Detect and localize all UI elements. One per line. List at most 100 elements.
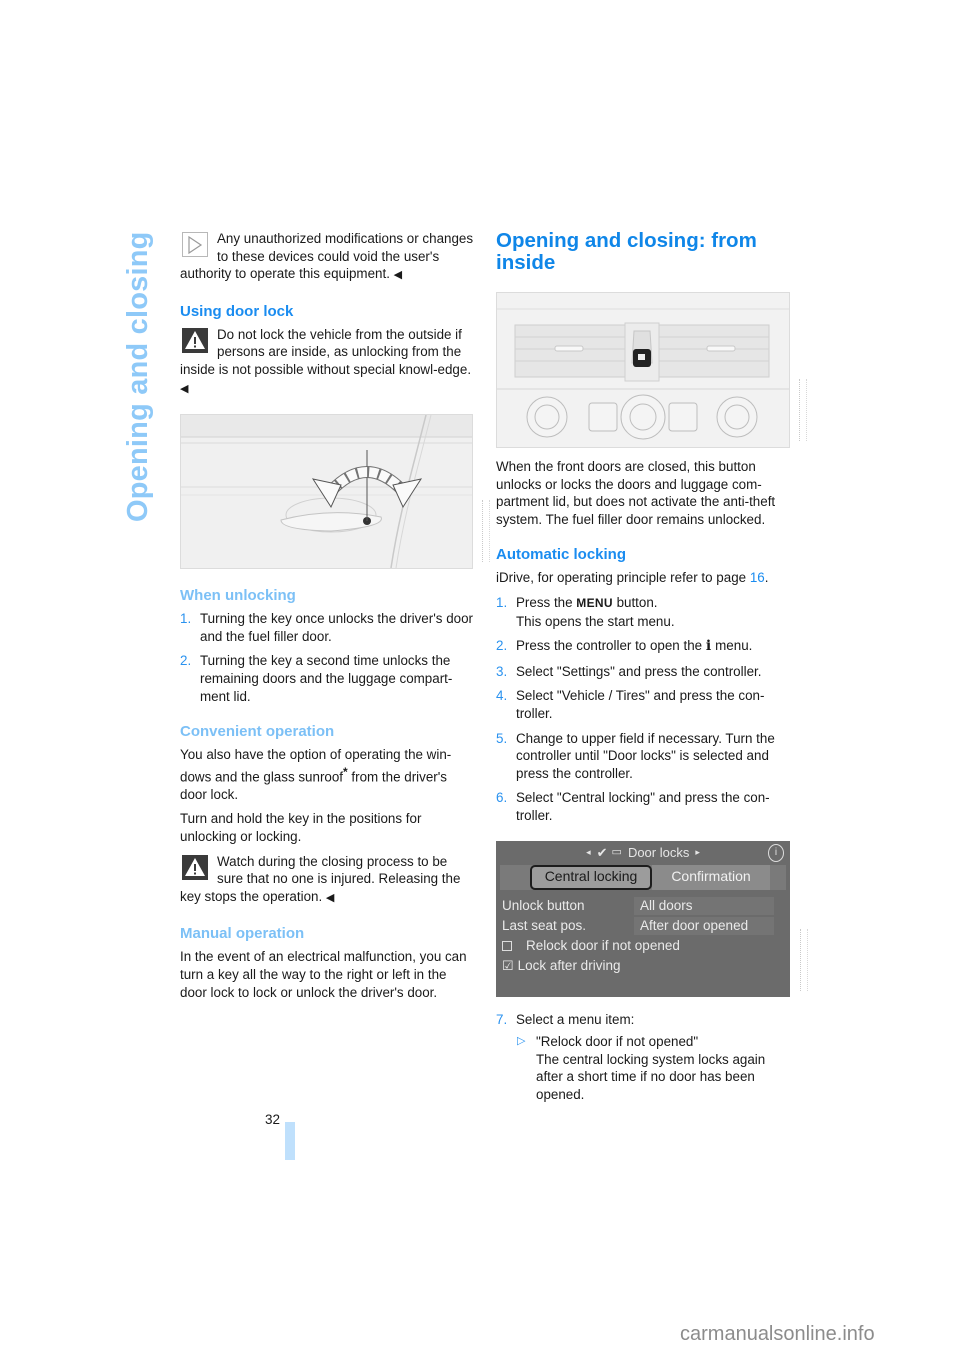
right-column: Opening and closing: from inside When th… bbox=[496, 229, 808, 1110]
screen-row-last-seat-pos[interactable]: Last seat pos. After door opened bbox=[496, 916, 790, 936]
idrive-screen: ◂ ✔ ▭ Door locks ▸ i Central locking Con… bbox=[496, 840, 808, 997]
list-item: 2. Turning the key a second time unlocks … bbox=[180, 652, 475, 705]
watermark: carmanualsonline.info bbox=[680, 1323, 875, 1345]
screen-row-unlock-button[interactable]: Unlock button All doors bbox=[496, 896, 790, 916]
warning-door-lock-text: Do not lock the vehicle from the outside… bbox=[180, 326, 472, 377]
heading-manual-operation: Manual operation bbox=[180, 925, 305, 943]
warning-closing: Watch during the closing process to be s… bbox=[180, 853, 475, 908]
checkbox-label: Lock after driving bbox=[517, 957, 621, 973]
heading-using-door-lock: Using door lock bbox=[180, 302, 294, 320]
step-text: Turning the key once unlocks the driver'… bbox=[200, 611, 473, 644]
checkbox-checked-icon[interactable]: ☑ bbox=[502, 957, 514, 975]
end-mark: ◀ bbox=[325, 891, 335, 904]
list-item: 3. Select "Settings" and press the contro… bbox=[496, 663, 794, 681]
warning-icon bbox=[182, 327, 208, 353]
text: . bbox=[764, 570, 769, 586]
text: Press the controller to open the bbox=[516, 638, 706, 654]
list-item: 4. Select "Vehicle / Tires" and press the… bbox=[496, 687, 794, 722]
row-label: Unlock button bbox=[502, 897, 585, 913]
text: menu. bbox=[711, 638, 753, 654]
center-console-figure bbox=[496, 292, 807, 448]
door-handle-figure bbox=[180, 414, 490, 570]
step-number: 2. bbox=[180, 653, 192, 669]
list-item: 5. Change to upper field if necessary. Tu… bbox=[496, 730, 794, 783]
info-icon[interactable]: i bbox=[768, 843, 784, 862]
checkbox-label: Relock door if not opened bbox=[526, 937, 680, 953]
row-label: Last seat pos. bbox=[502, 917, 587, 933]
heading-when-unlocking: When unlocking bbox=[180, 587, 296, 605]
text: Press the bbox=[516, 594, 577, 610]
figure-code bbox=[799, 379, 807, 441]
page-link[interactable]: 16 bbox=[750, 570, 765, 585]
row-value: All doors bbox=[634, 896, 774, 915]
sub-list-item: ▷ "Relock door if not opened" The centra… bbox=[516, 1033, 794, 1103]
end-mark: ◀ bbox=[393, 269, 403, 282]
end-mark: ◀ bbox=[180, 382, 189, 395]
left-column: Any unauthorized modifications or change… bbox=[180, 230, 490, 1008]
checkbox-lock-after-driving[interactable]: ☑ Lock after driving bbox=[496, 956, 790, 976]
step-text: Select a menu item: bbox=[516, 1011, 635, 1027]
checkbox-relock-door[interactable]: Relock door if not opened bbox=[496, 936, 790, 956]
car-icon: ▭ bbox=[611, 845, 622, 858]
screen-title: Door locks bbox=[627, 844, 690, 860]
note-intro-text: Any unauthorized modifications or change… bbox=[180, 231, 474, 282]
step-text: Select "Central locking" and press the c… bbox=[516, 790, 770, 823]
center-console-illustration bbox=[497, 293, 789, 447]
intro-text: When the front doors are closed, this bu… bbox=[496, 459, 776, 527]
note-triangle-icon bbox=[182, 232, 208, 257]
list-item: 1. Turning the key once unlocks the drive… bbox=[180, 610, 475, 645]
warning-closing-text: Watch during the closing process to be s… bbox=[180, 853, 461, 904]
vehicle-check-icon: ✔ bbox=[596, 844, 608, 860]
text: button. bbox=[612, 594, 658, 610]
step-number: 1. bbox=[180, 611, 192, 627]
tab-central-locking[interactable]: Central locking bbox=[530, 864, 652, 890]
text: This opens the start menu. bbox=[516, 613, 675, 629]
page-number: 32 bbox=[265, 1112, 281, 1127]
step-number: 5. bbox=[496, 730, 508, 746]
step-text: Select "Vehicle / Tires" and press the c… bbox=[516, 688, 765, 721]
step-number: 7. bbox=[496, 1011, 508, 1027]
chevron-right-icon[interactable]: ▸ bbox=[695, 844, 700, 862]
list-item: 2. Press the controller to open the i men… bbox=[496, 637, 794, 656]
step-text: Turning the key a second time unlocks th… bbox=[200, 653, 453, 704]
door-handle-illustration bbox=[181, 414, 472, 569]
unlocking-steps: 1. Turning the key once unlocks the drive… bbox=[180, 610, 475, 705]
page-marker-bar bbox=[285, 1122, 295, 1160]
automatic-locking-steps: 1. Press the MENU button. This opens the s… bbox=[496, 594, 794, 825]
step-number: 6. bbox=[496, 790, 508, 806]
screen-tabs: Central locking Confirmation bbox=[500, 864, 786, 890]
warning-icon bbox=[182, 854, 208, 880]
step-number: 4. bbox=[496, 688, 508, 704]
bullet-triangle-icon: ▷ bbox=[517, 1035, 526, 1048]
sub-item-title: "Relock door if not opened" bbox=[536, 1034, 699, 1050]
note-intro: Any unauthorized modifications or change… bbox=[180, 230, 475, 285]
chapter-side-title: Opening and closing bbox=[122, 231, 154, 522]
automatic-locking-step-7: 7. Select a menu item: ▷ "Relock door if … bbox=[496, 1011, 794, 1104]
figure-code bbox=[482, 500, 490, 563]
text: iDrive, for operating principle refer to… bbox=[496, 570, 750, 586]
step-text: Change to upper field if necessary. Turn… bbox=[516, 730, 775, 781]
list-item: 1. Press the MENU button. This opens the s… bbox=[496, 594, 794, 630]
warning-door-lock: Do not lock the vehicle from the outside… bbox=[180, 326, 475, 398]
manual-operation-text: In the event of an electrical malfunctio… bbox=[180, 949, 467, 1000]
convenient-para-1: You also have the option of operating th… bbox=[180, 746, 475, 803]
section-heading: Opening and closing: from inside bbox=[496, 229, 757, 274]
checkbox-unchecked-icon[interactable] bbox=[502, 940, 512, 951]
heading-automatic-locking: Automatic locking bbox=[496, 546, 627, 564]
step-text: Select "Settings" and press the controll… bbox=[516, 663, 762, 679]
screen-title-bar: ◂ ✔ ▭ Door locks ▸ i bbox=[496, 841, 790, 865]
tab-confirmation[interactable]: Confirmation bbox=[652, 864, 770, 890]
sub-item-description: The central locking system locks again a… bbox=[536, 1051, 766, 1102]
chevron-left-icon[interactable]: ◂ bbox=[586, 844, 591, 862]
step-number: 1. bbox=[496, 594, 508, 610]
list-item: 7. Select a menu item: ▷ "Relock door if … bbox=[496, 1011, 794, 1104]
step-number: 3. bbox=[496, 663, 508, 679]
figure-code bbox=[800, 928, 808, 991]
heading-convenient-operation: Convenient operation bbox=[180, 723, 335, 741]
row-value: After door opened bbox=[634, 916, 774, 935]
convenient-para-2: Turn and hold the key in the positions f… bbox=[180, 811, 422, 844]
list-item: 6. Select "Central locking" and press the… bbox=[496, 789, 794, 824]
menu-button-icon: MENU bbox=[576, 595, 613, 610]
step-number: 2. bbox=[496, 638, 508, 654]
page-reference: iDrive, for operating principle refer to… bbox=[496, 569, 794, 587]
